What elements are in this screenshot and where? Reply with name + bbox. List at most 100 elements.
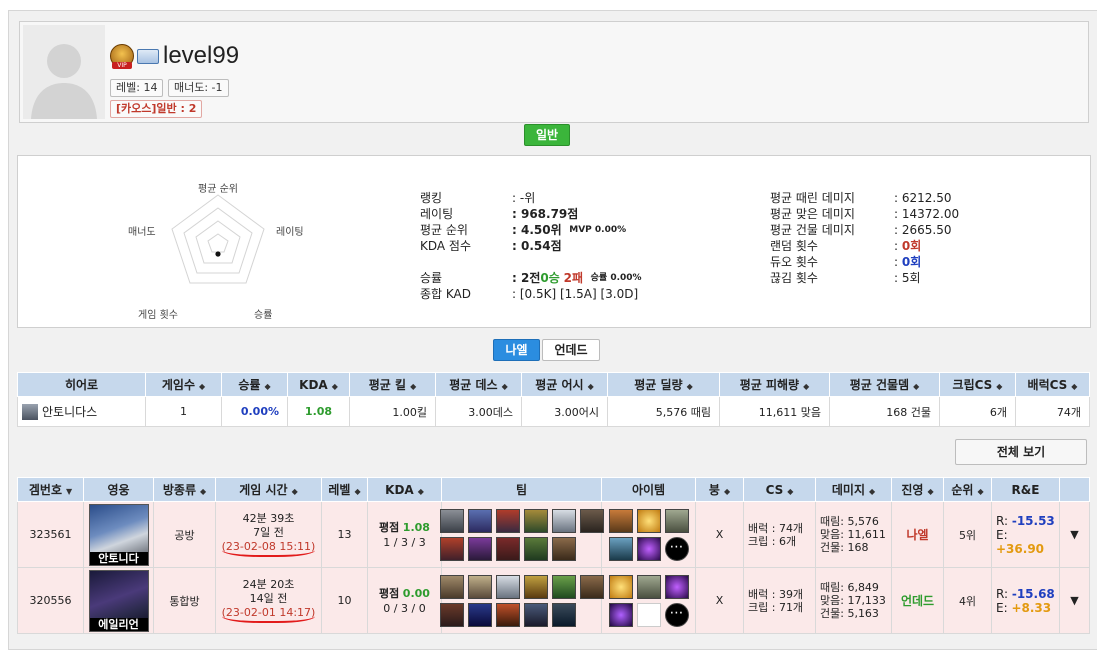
col-hero[interactable]: 영웅 (83, 477, 154, 502)
col-avg-dealt[interactable]: 평균 딜량 ◆ (607, 372, 720, 397)
tab-night-elf[interactable]: 나엘 (493, 339, 540, 361)
cs-cell: 배럭 : 74개 크립 : 6개 (743, 501, 816, 568)
col-winrate[interactable]: 승률 ◆ (221, 372, 288, 397)
col-bung[interactable]: 붕 ◆ (695, 477, 744, 502)
col-faction[interactable]: 진영 ◆ (891, 477, 944, 502)
col-games[interactable]: 게임수 ◆ (145, 372, 222, 397)
item-icon[interactable] (608, 602, 633, 627)
team-hero-icon[interactable] (495, 536, 520, 561)
col-avg-building[interactable]: 평균 건물뎀 ◆ (829, 372, 940, 397)
col-avg-assist[interactable]: 평균 어시 ◆ (521, 372, 608, 397)
wins: 0승 (540, 271, 560, 285)
col-room-type[interactable]: 방종류 ◆ (153, 477, 216, 502)
winrate-cell: 0.00% (221, 396, 288, 427)
team-hero-icon[interactable] (467, 602, 492, 627)
tab-undead[interactable]: 언데드 (542, 339, 600, 361)
col-barrack-cs[interactable]: 배럭CS ◆ (1015, 372, 1090, 397)
team-hero-icon[interactable] (495, 602, 520, 627)
team-hero-icon[interactable] (439, 574, 464, 599)
col-avg-death[interactable]: 평균 데스 ◆ (435, 372, 522, 397)
duo-count-label: 듀오 횟수 (770, 255, 818, 269)
game-id[interactable]: 323561 (17, 501, 84, 568)
team-hero-icon[interactable] (551, 602, 576, 627)
damage-cell: 때림: 6,849 맞음: 17,133 건물: 5,163 (815, 567, 892, 634)
stats-panel: 평균 순위 레이팅 승률 게임 횟수 매너도 랭킹: -위 레이팅: 968.7… (17, 155, 1091, 328)
hero-portrait-cell[interactable]: 에일리언 (83, 567, 154, 634)
items-cell: ⋯ (601, 501, 696, 568)
col-rank[interactable]: 순위 ◆ (943, 477, 992, 502)
col-avg-taken[interactable]: 평균 피해량 ◆ (719, 372, 830, 397)
col-team: 팀 (441, 477, 602, 502)
hero-thumb-icon (22, 404, 38, 421)
item-icon[interactable] (636, 536, 661, 561)
game-time: 24분 20초 14일 전 (23-02-01 14:17) (215, 567, 322, 634)
col-game-id[interactable]: 겜번호 ▼ (17, 477, 84, 502)
creep-cs-cell: 6개 (939, 396, 1016, 427)
avg-dealt-label: 평균 때린 데미지 (770, 191, 855, 205)
hero-stats-table: 히어로 게임수 ◆ 승률 ◆ KDA ◆ 평균 킬 ◆ 평균 데스 ◆ 평균 어시 ◆ 평균… (17, 372, 1090, 427)
team-hero-icon[interactable] (439, 602, 464, 627)
tab-normal[interactable]: 일반 (524, 124, 570, 146)
item-icon[interactable] (608, 574, 633, 599)
expand-row-arrow-icon[interactable]: ▼ (1059, 501, 1090, 568)
team-hero-icon[interactable] (467, 508, 492, 533)
team-hero-icon[interactable] (495, 574, 520, 599)
col-creep-cs[interactable]: 크립CS ◆ (939, 372, 1016, 397)
team-hero-icon[interactable] (495, 508, 520, 533)
team-hero-icon[interactable] (551, 574, 576, 599)
team-cell (439, 567, 604, 634)
team-hero-icon[interactable] (523, 602, 548, 627)
col-kda[interactable]: KDA ◆ (287, 372, 350, 397)
col-avg-kill[interactable]: 평균 킬 ◆ (349, 372, 436, 397)
item-icon[interactable] (608, 508, 633, 533)
col-damage[interactable]: 데미지 ◆ (815, 477, 892, 502)
id-card-icon (137, 48, 159, 64)
item-icon[interactable] (664, 574, 689, 599)
page-container: VIP level99 레벨: 14 매너도: -1 [카오스]일반 : 2 일… (8, 10, 1097, 650)
more-items-icon[interactable]: ⋯ (664, 602, 689, 627)
avg-dealt-cell: 5,576 때림 (607, 396, 720, 427)
random-count-label: 랜덤 횟수 (770, 239, 818, 253)
col-expand (1059, 477, 1090, 502)
team-hero-icon[interactable] (579, 508, 604, 533)
expand-row-arrow-icon[interactable]: ▼ (1059, 567, 1090, 634)
avg-building-value: : 2665.50 (894, 223, 952, 237)
item-icon[interactable] (636, 508, 661, 533)
hero-name-cell[interactable]: 안토니다스 (17, 396, 146, 427)
username: level99 (163, 42, 240, 69)
col-kda[interactable]: KDA ◆ (367, 477, 442, 502)
col-game-time[interactable]: 게임 시간 ◆ (215, 477, 322, 502)
item-icon[interactable] (664, 508, 689, 533)
team-hero-icon[interactable] (523, 536, 548, 561)
view-all-button[interactable]: 전체 보기 (955, 439, 1087, 465)
item-icon[interactable] (636, 574, 661, 599)
team-hero-icon[interactable] (467, 574, 492, 599)
team-hero-icon[interactable] (439, 508, 464, 533)
vip-badge-icon: VIP (110, 44, 134, 69)
team-hero-icon[interactable] (439, 536, 464, 561)
more-items-icon[interactable]: ⋯ (664, 536, 689, 561)
team-cell (439, 501, 604, 568)
team-hero-icon[interactable] (523, 574, 548, 599)
avatar (23, 25, 105, 119)
game-id[interactable]: 320556 (17, 567, 84, 634)
kad-label: 종합 KAD (420, 287, 472, 301)
table-row: 320556 에일리언 통합방 24분 20초 14일 전 (23-02-01 … (17, 567, 1090, 634)
team-hero-icon[interactable] (467, 536, 492, 561)
team-hero-icon[interactable] (551, 508, 576, 533)
hero-portrait: 안토니다 (88, 503, 149, 566)
avg-assist-cell: 3.00어시 (521, 396, 608, 427)
random-count-value: 0회 (901, 239, 922, 253)
hero-portrait-cell[interactable]: 안토니다 (83, 501, 154, 568)
team-hero-icon[interactable] (551, 536, 576, 561)
team-hero-icon[interactable] (579, 574, 604, 599)
col-hero[interactable]: 히어로 (17, 372, 146, 397)
bung: X (695, 501, 744, 568)
item-icon[interactable] (608, 536, 633, 561)
rating-value: : 968.79점 (512, 207, 579, 221)
col-cs[interactable]: CS ◆ (743, 477, 816, 502)
manner-chip: 매너도: -1 (168, 79, 229, 97)
col-level[interactable]: 레벨 ◆ (321, 477, 368, 502)
avg-death-cell: 3.00데스 (435, 396, 522, 427)
team-hero-icon[interactable] (523, 508, 548, 533)
